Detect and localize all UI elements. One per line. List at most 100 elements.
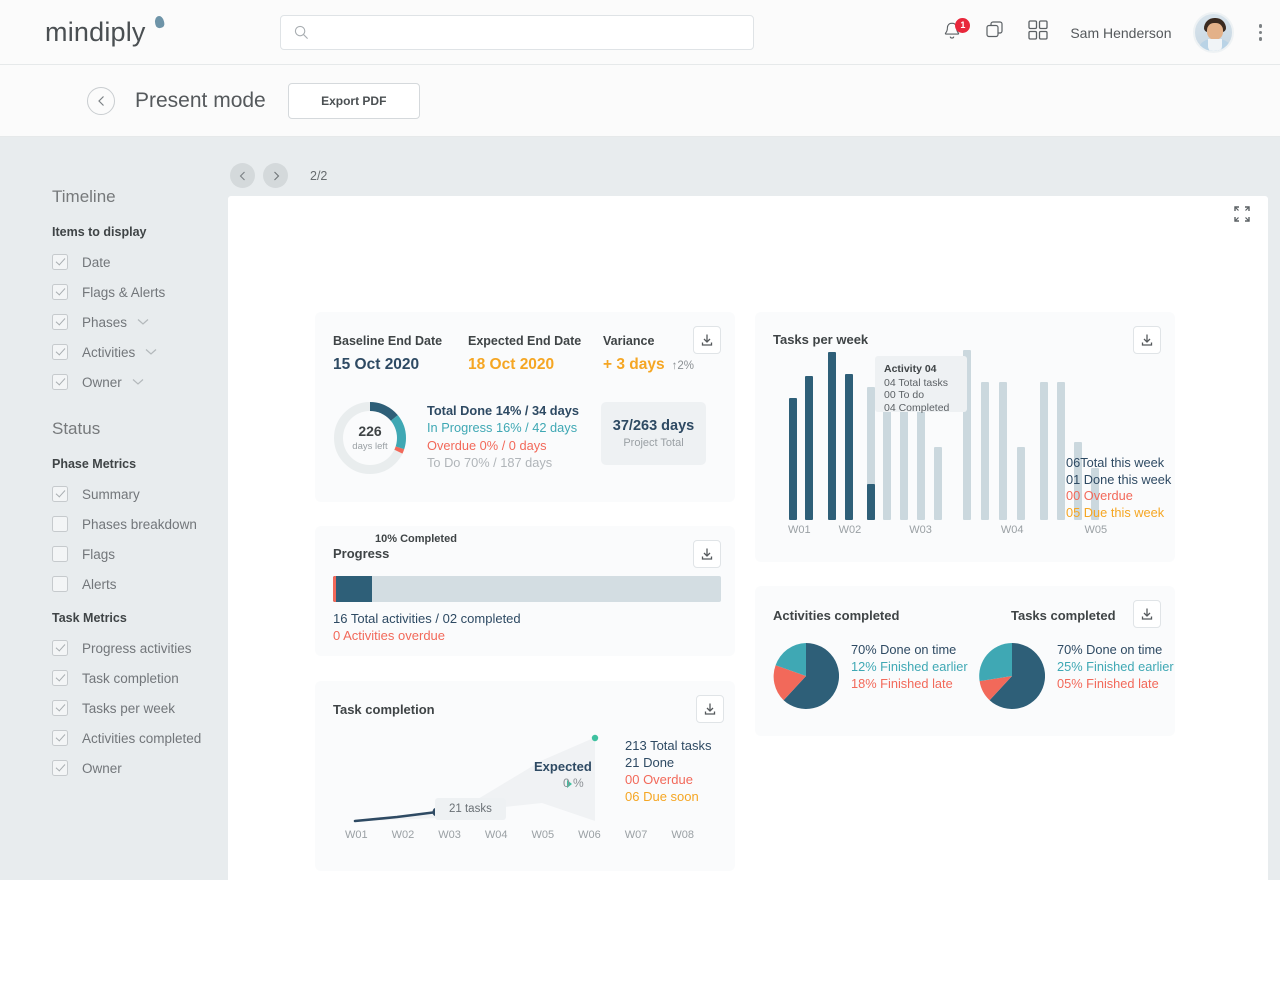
bar-w05-a[interactable]	[1040, 382, 1048, 520]
legend-total-tasks: 213 Total tasks	[625, 738, 712, 753]
download-tasks-per-week-button[interactable]	[1133, 326, 1161, 354]
bar-w04-b[interactable]	[981, 382, 989, 520]
checkbox-date[interactable]	[52, 254, 68, 270]
download-task-completion-button[interactable]	[696, 695, 724, 723]
expected-end-date-label: Expected End Date	[468, 334, 582, 348]
search-bar[interactable]	[280, 15, 754, 50]
label-progress-activities: Progress activities	[82, 640, 192, 656]
checkbox-task-completion[interactable]	[52, 670, 68, 686]
progress-totals: 16 Total activities / 02 completed	[333, 611, 521, 626]
bar-w03-b[interactable]	[883, 397, 891, 520]
legend-done-on-time: 70% Done on time	[1057, 642, 1163, 657]
sidebar-item-date[interactable]: Date	[52, 247, 228, 277]
brand-logo[interactable]: mindiply	[45, 14, 165, 46]
prev-page-button[interactable]	[230, 163, 255, 188]
checkbox-activities-completed[interactable]	[52, 730, 68, 746]
bar-w04-c[interactable]	[999, 382, 1007, 520]
checkbox-flags-alerts[interactable]	[52, 284, 68, 300]
download-progress-button[interactable]	[693, 540, 721, 568]
legend-overdue: 00 Overdue	[625, 772, 693, 787]
chevron-right-icon	[273, 171, 279, 180]
apps-grid-button[interactable]	[1027, 19, 1049, 46]
tasks-per-week-legend: 06Total this week 01 Done this week 00 O…	[1066, 455, 1171, 522]
baseline-end-date-label: Baseline End Date	[333, 334, 443, 348]
sidebar-item-activities[interactable]: Activities	[52, 337, 228, 367]
bar-w01-b[interactable]	[805, 376, 813, 520]
legend-in-progress: In Progress 16% / 42 days	[427, 420, 578, 436]
sidebar: Timeline Items to display Date Flags & A…	[0, 137, 228, 880]
sidebar-item-task-completion[interactable]: Task completion	[52, 663, 228, 693]
download-icon	[704, 703, 716, 715]
checkbox-activities[interactable]	[52, 344, 68, 360]
label-owner-timeline: Owner	[82, 374, 122, 390]
next-page-button[interactable]	[263, 163, 288, 188]
checkbox-owner-task[interactable]	[52, 760, 68, 776]
page-title: Present mode	[135, 88, 266, 112]
axis-w01: W01	[345, 829, 368, 841]
progress-bar-label: 10% Completed	[375, 533, 457, 545]
bar-w03-a-done[interactable]	[867, 484, 875, 520]
legend-finished-late: 05% Finished late	[1057, 676, 1159, 691]
sidebar-item-phases-breakdown[interactable]: Phases breakdown	[52, 509, 228, 539]
activities-completed-title: Activities completed	[773, 608, 900, 623]
download-icon	[1141, 608, 1153, 620]
days-left-donut-chart: 226 days left	[332, 400, 408, 476]
chevron-down-icon[interactable]	[137, 313, 149, 331]
download-summary-button[interactable]	[693, 326, 721, 354]
duplicate-button[interactable]	[985, 20, 1006, 46]
bar-w02-b[interactable]	[845, 374, 853, 520]
search-input[interactable]	[318, 25, 718, 40]
bar-w02-a[interactable]	[828, 352, 836, 520]
checkbox-flags[interactable]	[52, 546, 68, 562]
progress-overdue: 0 Activities overdue	[333, 628, 446, 643]
search-icon	[294, 25, 308, 39]
sidebar-item-owner-task[interactable]: Owner	[52, 753, 228, 783]
checkbox-summary[interactable]	[52, 486, 68, 502]
sidebar-heading-status: Status	[52, 419, 101, 438]
expected-end-date-value: 18 Oct 2020	[468, 356, 555, 373]
bar-w04-d[interactable]	[1017, 447, 1025, 520]
present-mode-bar: Present mode Export PDF	[0, 65, 1280, 137]
checkbox-tasks-per-week[interactable]	[52, 700, 68, 716]
bar-w01-a[interactable]	[789, 398, 797, 520]
sidebar-item-alerts[interactable]: Alerts	[52, 569, 228, 599]
checkbox-owner-timeline[interactable]	[52, 374, 68, 390]
sidebar-item-tasks-per-week[interactable]: Tasks per week	[52, 693, 228, 723]
body-area: Timeline Items to display Date Flags & A…	[0, 137, 1280, 996]
sidebar-item-progress-activities[interactable]: Progress activities	[52, 633, 228, 663]
avatar-face	[1206, 23, 1223, 40]
checkbox-progress-activities[interactable]	[52, 640, 68, 656]
chevron-down-icon[interactable]	[145, 343, 157, 361]
checkbox-phases-breakdown[interactable]	[52, 516, 68, 532]
avatar[interactable]	[1192, 12, 1234, 53]
tooltip-activity-04: Activity 04 04 Total tasks 00 To do 04 C…	[875, 356, 967, 414]
days-left-label: days left	[352, 440, 388, 452]
bar-w03-e[interactable]	[934, 447, 942, 520]
sidebar-item-flags[interactable]: Flags	[52, 539, 228, 569]
axis-w03: W03	[909, 524, 932, 536]
more-options-button[interactable]	[1255, 18, 1267, 47]
activities-completed-pie-chart	[773, 643, 840, 709]
back-button[interactable]	[87, 86, 115, 115]
tooltip-21-tasks: 21 tasks	[435, 798, 506, 820]
bar-w05-b[interactable]	[1057, 382, 1065, 520]
export-pdf-button[interactable]: Export PDF	[287, 82, 420, 119]
chevron-down-icon[interactable]	[132, 373, 144, 391]
checkbox-alerts[interactable]	[52, 576, 68, 592]
download-pies-button[interactable]	[1133, 600, 1161, 628]
checkbox-phases[interactable]	[52, 314, 68, 330]
sidebar-item-owner-timeline[interactable]: Owner	[52, 367, 228, 397]
bar-w03-d[interactable]	[917, 397, 925, 520]
sidebar-item-activities-completed[interactable]: Activities completed	[52, 723, 228, 753]
notifications-button[interactable]: 1	[942, 17, 971, 45]
legend-total-done: Total Done 14% / 34 days	[427, 403, 579, 418]
sidebar-item-flags-alerts[interactable]: Flags & Alerts	[52, 277, 228, 307]
bar-w03-c[interactable]	[900, 402, 908, 520]
sidebar-subheading-task-metrics: Task Metrics	[52, 611, 127, 625]
expected-percent: 0 %	[563, 776, 584, 790]
legend-finished-late: 18% Finished late	[851, 676, 953, 691]
sidebar-item-summary[interactable]: Summary	[52, 479, 228, 509]
legend-finished-earlier: 25% Finished earlier	[1057, 659, 1174, 674]
expand-button[interactable]	[1234, 206, 1250, 227]
sidebar-item-phases[interactable]: Phases	[52, 307, 228, 337]
